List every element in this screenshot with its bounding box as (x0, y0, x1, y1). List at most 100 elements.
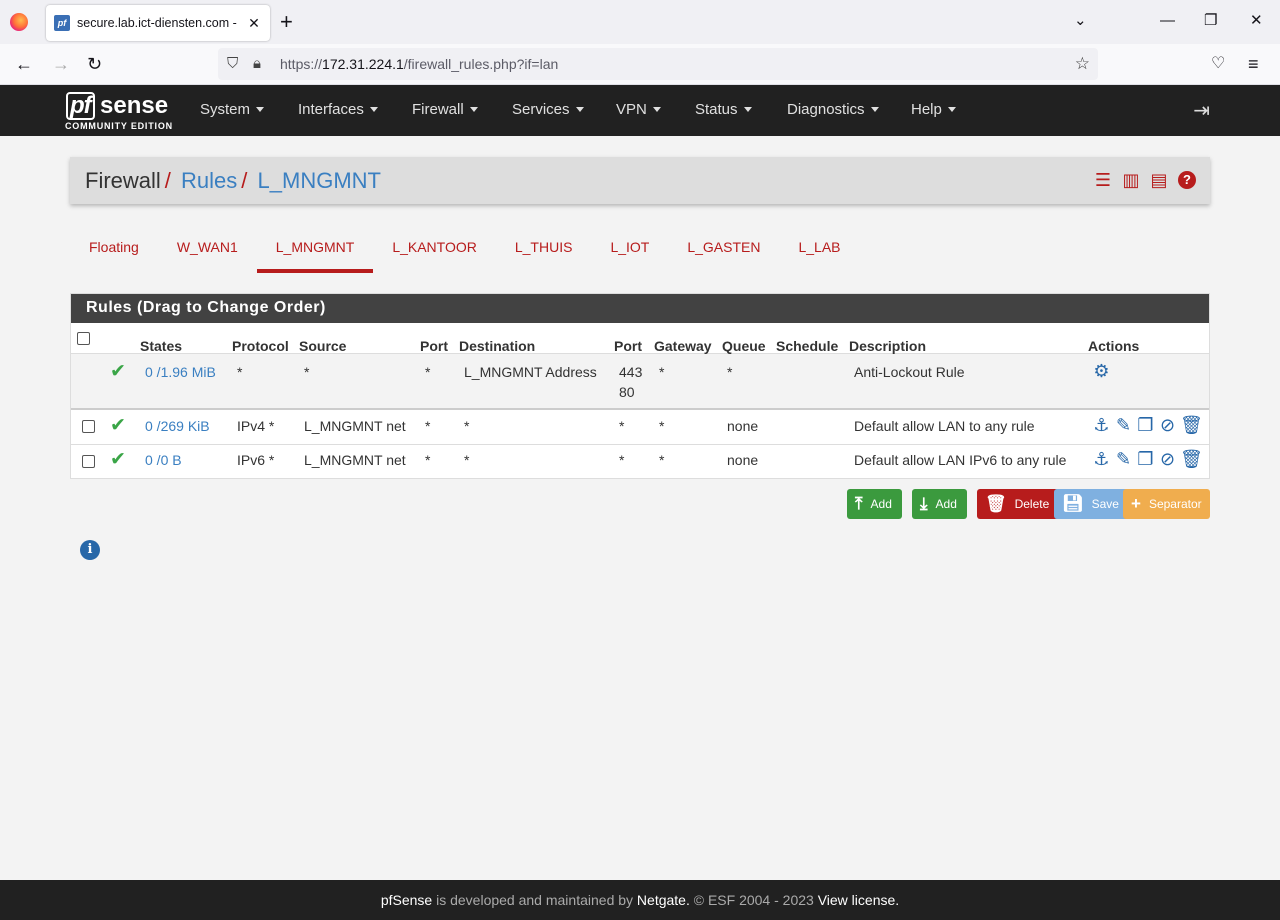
caret-down-icon (469, 106, 478, 112)
breadcrumb-icons: ☰ ▥ ▤ ? (1094, 170, 1196, 190)
footer-brand[interactable]: pfSense (381, 892, 432, 908)
table-cell-source: L_MNGMNT net (304, 418, 406, 434)
tab-list-chevron-icon[interactable]: ⌄ (1074, 12, 1087, 30)
logout-icon[interactable]: ⇥ (1193, 98, 1210, 123)
menu-firewall[interactable]: Firewall (412, 101, 478, 118)
gear-icon[interactable]: ⚙ (1092, 361, 1111, 382)
menu-vpn[interactable]: VPN (616, 101, 661, 118)
help-icon[interactable]: ? (1178, 171, 1196, 189)
bar-chart-icon[interactable]: ▥ (1122, 170, 1140, 190)
menu-system[interactable]: System (200, 101, 265, 118)
col-source: Source (299, 338, 347, 354)
menu-status[interactable]: Status (695, 101, 752, 118)
restore-icon[interactable]: ❐ (1204, 12, 1217, 30)
menu-help[interactable]: Help (911, 101, 956, 118)
caret-down-icon (256, 106, 265, 112)
select-all-checkbox[interactable] (77, 332, 90, 345)
arrow-down-icon: ⤓ (920, 494, 928, 513)
shield-icon[interactable]: ⛉ (227, 55, 238, 72)
delete-button[interactable]: 🗑︎ Delete (977, 489, 1060, 519)
table-cell-source: * (304, 364, 310, 380)
menu-diagnostics[interactable]: Diagnostics (787, 101, 879, 118)
col-gateway: Gateway (654, 338, 712, 354)
row-actions: ⚙ (1092, 361, 1111, 382)
table-cell-states[interactable]: 0 /0 B (145, 452, 182, 468)
tab-l-thuis[interactable]: L_THUIS (496, 230, 592, 273)
breadcrumb-interface[interactable]: L_MNGMNT (258, 168, 381, 193)
caret-down-icon (652, 106, 661, 112)
table-cell-queue: none (727, 452, 759, 468)
forward-icon[interactable]: → (52, 54, 70, 74)
add-top-button[interactable]: ⤒ Add (847, 489, 902, 519)
tab-close-icon[interactable]: ✕ (246, 15, 262, 32)
reload-icon[interactable]: ↻ (87, 54, 102, 74)
table-cell-destination: * (464, 418, 470, 434)
browser-tab[interactable]: pf secure.lab.ict-diensten.com - Fi ✕ (46, 5, 270, 41)
anchor-icon[interactable]: ⚓ (1092, 415, 1111, 436)
table-cell-description: Anti-Lockout Rule (854, 364, 965, 380)
pfsense-logo[interactable]: pf sense COMMUNITY EDITION (64, 90, 174, 132)
rules-panel-title: Rules (Drag to Change Order) (71, 294, 1209, 323)
table-cell-queue: * (727, 364, 733, 380)
separator-button[interactable]: + Separator (1123, 489, 1210, 519)
copy-icon[interactable]: ❐ (1136, 415, 1155, 436)
save-button[interactable]: 💾︎ Save (1054, 489, 1129, 519)
menu-interfaces[interactable]: Interfaces (298, 101, 378, 118)
bookmark-star-icon[interactable]: ☆ (1075, 54, 1090, 74)
tab-w-wan1[interactable]: W_WAN1 (158, 230, 257, 273)
table-cell-dst-port: 443 (619, 364, 643, 380)
tab-l-gasten[interactable]: L_GASTEN (668, 230, 779, 273)
row-checkbox[interactable] (82, 455, 95, 468)
footer-license-link[interactable]: View license. (818, 892, 899, 908)
browser-navbar: ← → ↻ ⛉ 🔒︎ https://172.31.224.1/firewall… (0, 44, 1280, 85)
pencil-icon[interactable]: ✎ (1114, 415, 1133, 436)
table-cell-src-port: * (425, 418, 431, 434)
row-background (71, 354, 1209, 408)
trash-icon: 🗑︎ (985, 494, 1007, 513)
sliders-icon[interactable]: ☰ (1094, 170, 1112, 190)
col-actions: Actions (1088, 338, 1140, 354)
trash-icon[interactable]: 🗑︎ (1180, 415, 1203, 436)
url-bar[interactable]: ⛉ 🔒︎ https://172.31.224.1/firewall_rules… (218, 48, 1098, 80)
back-icon[interactable]: ← (15, 54, 33, 74)
info-icon[interactable]: i (80, 540, 100, 560)
tab-floating[interactable]: Floating (70, 230, 158, 273)
pencil-icon[interactable]: ✎ (1114, 449, 1133, 470)
table-cell-protocol: IPv4 * (237, 418, 275, 434)
tab-l-iot[interactable]: L_IOT (591, 230, 668, 273)
pfsense-favicon-icon: pf (54, 15, 70, 31)
breadcrumb: Firewall / Rules / L_MNGMNT (85, 168, 381, 193)
row-checkbox[interactable] (82, 420, 95, 433)
table-cell-source: L_MNGMNT net (304, 452, 406, 468)
list-log-icon[interactable]: ▤ (1150, 170, 1168, 190)
add-bottom-button[interactable]: ⤓ Add (912, 489, 967, 519)
pocket-icon[interactable]: ♡ (1211, 54, 1225, 74)
menu-services[interactable]: Services (512, 101, 584, 118)
col-schedule: Schedule (776, 338, 839, 354)
caret-down-icon (575, 106, 584, 112)
minimize-icon[interactable]: — (1160, 12, 1175, 30)
tab-l-lab[interactable]: L_LAB (779, 230, 859, 273)
tab-l-kantoor[interactable]: L_KANTOOR (373, 230, 496, 273)
lock-icon[interactable]: 🔒︎ (253, 55, 261, 72)
caret-down-icon (947, 106, 956, 112)
interface-tabs: Floating W_WAN1 L_MNGMNT L_KANTOOR L_THU… (70, 230, 860, 273)
arrow-up-icon: ⤒ (855, 494, 863, 513)
anchor-icon[interactable]: ⚓ (1092, 449, 1111, 470)
window-close-icon[interactable]: ✕ (1250, 12, 1263, 30)
breadcrumb-rules[interactable]: Rules (181, 168, 237, 193)
copy-icon[interactable]: ❐ (1136, 449, 1155, 470)
tab-l-mngmnt[interactable]: L_MNGMNT (256, 230, 374, 273)
table-cell-states[interactable]: 0 /269 KiB (145, 418, 210, 434)
table-cell-states[interactable]: 0 /1.96 MiB (145, 364, 216, 380)
browser-tabbar: pf secure.lab.ict-diensten.com - Fi ✕ + … (0, 0, 1280, 44)
enabled-check-icon: ✔ (110, 449, 126, 470)
footer-company[interactable]: Netgate. (637, 892, 690, 908)
disable-icon[interactable]: ⊘ (1158, 415, 1177, 436)
new-tab-icon[interactable]: + (280, 10, 293, 34)
disable-icon[interactable]: ⊘ (1158, 449, 1177, 470)
caret-down-icon (870, 106, 879, 112)
col-src-port: Port (420, 338, 448, 354)
app-menu-icon[interactable]: ≡ (1248, 54, 1259, 74)
trash-icon[interactable]: 🗑︎ (1180, 449, 1203, 470)
